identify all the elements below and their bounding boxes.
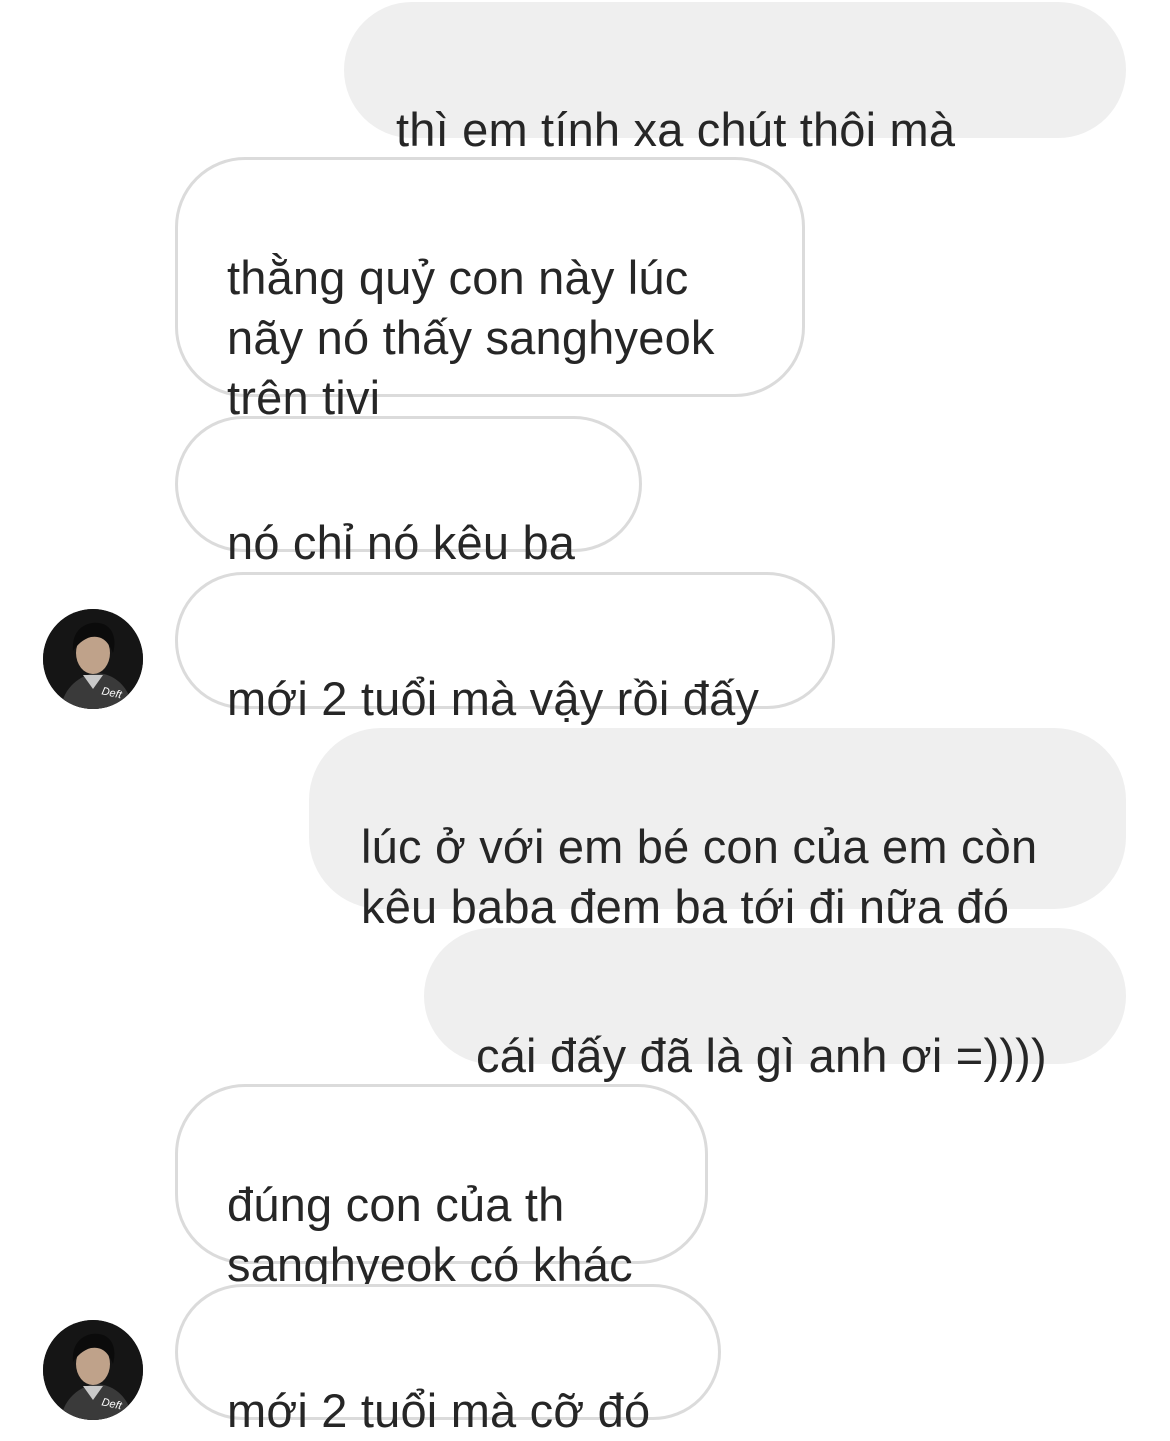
contact-avatar-icon[interactable]: Deft [43, 609, 143, 709]
message-text: mới 2 tuổi mà cỡ đó [227, 1384, 651, 1437]
message-bubble-sent[interactable]: thì em tính xa chút thôi mà [344, 2, 1126, 219]
message-text: đúng con của th sanghyeok có khác [227, 1178, 633, 1291]
message-bubble-received[interactable]: thằng quỷ con này lúc nãy nó thấy sanghy… [175, 157, 805, 424]
message-text: lúc ở với em bé con của em còn kêu baba … [361, 820, 1038, 933]
message-bubble-received[interactable]: nó chỉ nó kêu ba [175, 416, 642, 569]
message-bubble-sent[interactable]: lúc ở với em bé con của em còn kêu baba … [309, 728, 1126, 933]
message-bubble-received[interactable]: đúng con của th sanghyeok có khác [175, 1084, 708, 1291]
message-bubble-received[interactable]: mới 2 tuổi mà vậy rồi đấy [175, 572, 835, 725]
message-text: cái đấy đã là gì anh ơi =)))) [476, 1029, 1047, 1082]
message-bubble-received[interactable]: mới 2 tuổi mà cỡ đó [175, 1284, 721, 1437]
message-text: thì em tính xa chút thôi mà [396, 103, 956, 156]
avatar-image: Deft [43, 1320, 143, 1420]
avatar-image: Deft [43, 609, 143, 709]
message-text: mới 2 tuổi mà vậy rồi đấy [227, 672, 760, 725]
message-bubble-sent[interactable]: cái đấy đã là gì anh ơi =)))) [424, 928, 1126, 1082]
message-text: thằng quỷ con này lúc nãy nó thấy sanghy… [227, 251, 715, 424]
message-text: nó chỉ nó kêu ba [227, 516, 576, 569]
contact-avatar-icon[interactable]: Deft [43, 1320, 143, 1420]
